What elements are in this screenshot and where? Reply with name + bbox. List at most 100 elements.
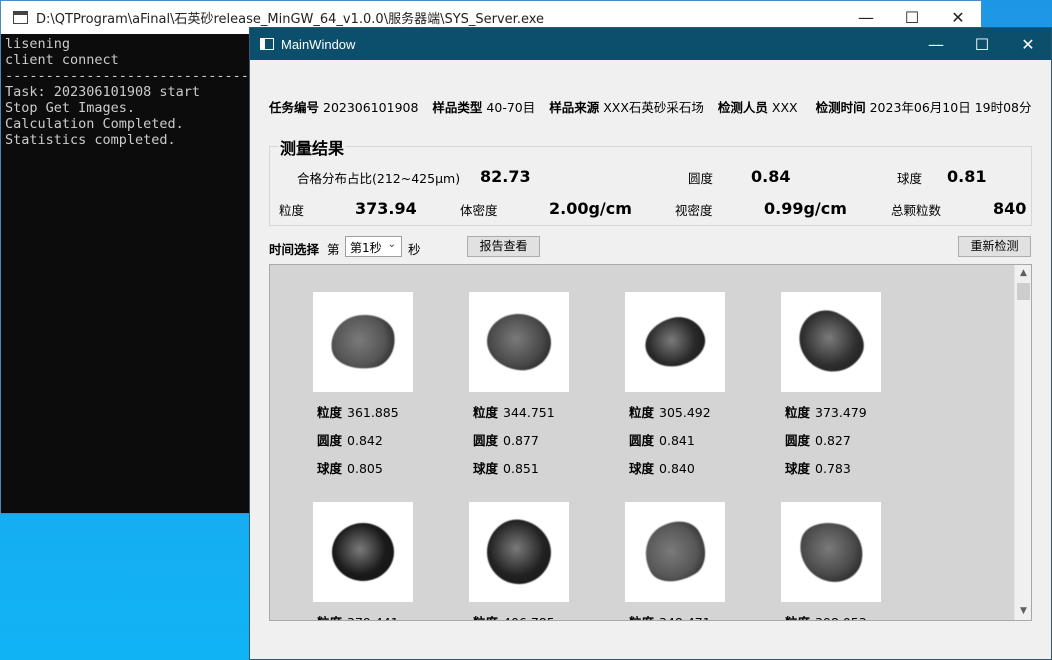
- grain-card[interactable]: 粒度 406.785: [469, 502, 589, 620]
- grain-card[interactable]: 粒度 379.441: [313, 502, 433, 620]
- grain-size-label: 粒度: [785, 615, 810, 620]
- sphericity-value: 0.81: [947, 167, 987, 186]
- console-app-icon: [13, 11, 28, 24]
- grain-roundness: 圆度 0.842: [317, 430, 383, 449]
- grain-size: 粒度 344.751: [473, 402, 555, 421]
- scroll-up-icon[interactable]: ▲: [1015, 265, 1031, 282]
- measurement-results-group: 测量结果 合格分布占比(212~425μm) 82.73 圆度 0.84 球度 …: [269, 135, 1032, 226]
- main-window[interactable]: MainWindow — ☐ ✕ 任务编号 202306101908 样品类型 …: [249, 27, 1052, 660]
- grain-sphericity: 球度 0.851: [473, 458, 539, 477]
- grain-image: [625, 292, 725, 392]
- grain-size: 粒度 406.785: [473, 612, 555, 620]
- grain-shape: [332, 523, 394, 581]
- grain-card[interactable]: 粒度 398.053: [781, 502, 901, 620]
- grain-sphericity-label: 球度: [629, 461, 655, 476]
- inspect-time: 2023年06月10日 19时08分: [869, 100, 1032, 115]
- grain-image: [313, 292, 413, 392]
- grain-card[interactable]: 粒度 373.479 圆度 0.827 球度 0.783: [781, 292, 901, 476]
- report-button[interactable]: 报告查看: [467, 236, 540, 257]
- grain-roundness-label: 圆度: [629, 433, 655, 448]
- grain-size-label: 粒度: [629, 405, 655, 420]
- grain-card[interactable]: 粒度 305.492 圆度 0.841 球度 0.840: [625, 292, 745, 476]
- grain-image: [469, 502, 569, 602]
- grain-sphericity-label: 球度: [473, 461, 499, 476]
- grain-size: 粒度 398.053: [785, 612, 867, 620]
- grain-shape: [633, 511, 717, 593]
- grain-roundness: 圆度 0.877: [473, 430, 539, 449]
- grain-sphericity-value: 0.851: [503, 461, 539, 476]
- time-select-label: 时间选择: [269, 242, 320, 257]
- task-id: 202306101908: [323, 100, 419, 115]
- scroll-down-icon[interactable]: ▼: [1015, 603, 1031, 620]
- close-icon[interactable]: ✕: [1005, 28, 1051, 60]
- scroll-thumb[interactable]: [1017, 283, 1030, 300]
- apparent-density-label: 视密度: [675, 203, 713, 218]
- grain-roundness-value: 0.877: [503, 433, 539, 448]
- sample-source-label: 样品来源: [549, 100, 600, 115]
- inspector: XXX: [771, 100, 798, 115]
- grain-shape: [326, 309, 400, 375]
- grain-shape: [788, 301, 874, 383]
- grain-card[interactable]: 粒度 348.471: [625, 502, 745, 620]
- grain-size-value: 379.441: [347, 615, 399, 620]
- grain-roundness-label: 圆度: [473, 433, 499, 448]
- results-title: 测量结果: [278, 135, 347, 159]
- grain-roundness-value: 0.842: [347, 433, 383, 448]
- grain-size-value: 305.492: [659, 405, 711, 420]
- grain-size-label: 粒度: [629, 615, 654, 620]
- grain-image: [625, 502, 725, 602]
- grain-size-label: 粒度: [785, 405, 811, 420]
- grain-card[interactable]: 粒度 361.885 圆度 0.842 球度 0.805: [313, 292, 433, 476]
- bulk-density-label: 体密度: [460, 203, 498, 218]
- grain-size: 粒度 305.492: [629, 402, 711, 421]
- grain-roundness: 圆度 0.827: [785, 430, 851, 449]
- grain-size-label: 粒度: [317, 615, 342, 620]
- grain-size: 粒度 379.441: [317, 612, 399, 620]
- ratio-value: 82.73: [480, 167, 531, 186]
- total-grains-value: 840: [993, 199, 1027, 218]
- grain-size: 粒度 361.885: [317, 402, 399, 421]
- main-app-icon: [260, 38, 274, 50]
- redetect-button[interactable]: 重新检测: [958, 236, 1031, 257]
- grain-sphericity-value: 0.840: [659, 461, 695, 476]
- grain-roundness: 圆度 0.841: [629, 430, 695, 449]
- inspect-time-label: 检测时间: [815, 100, 866, 115]
- grain-shape: [792, 515, 870, 589]
- maximize-icon[interactable]: ☐: [959, 28, 1005, 60]
- time-suffix: 秒: [408, 242, 421, 257]
- roundness-label: 圆度: [688, 171, 714, 186]
- grain-gallery[interactable]: 粒度 361.885 圆度 0.842 球度 0.805 粒度 344.751 圆度 0.877 球…: [269, 264, 1032, 621]
- grain-size-value: 406.785: [503, 615, 555, 620]
- main-titlebar[interactable]: MainWindow — ☐ ✕: [250, 28, 1051, 60]
- grain-shape: [481, 514, 557, 590]
- console-title: D:\QTProgram\aFinal\石英砂release_MinGW_64_…: [36, 12, 545, 27]
- grain-size-value: 348.471: [659, 615, 711, 620]
- grain-roundness-value: 0.841: [659, 433, 695, 448]
- task-id-label: 任务编号: [269, 100, 320, 115]
- task-info: 任务编号 202306101908 样品类型 40-70目 样品来源 XXX石英…: [269, 97, 1042, 116]
- minimize-icon[interactable]: —: [913, 28, 959, 60]
- grain-roundness-label: 圆度: [317, 433, 343, 448]
- time-select[interactable]: 第1秒 ⌄: [345, 236, 402, 257]
- grain-image: [781, 502, 881, 602]
- time-prefix: 第: [327, 242, 340, 257]
- control-row: 时间选择 第 第1秒 ⌄ 秒 报告查看 重新检测: [269, 236, 1032, 258]
- grain-size-value: 373.479: [815, 405, 867, 420]
- ratio-label: 合格分布占比(212~425μm): [297, 171, 461, 186]
- grain-sphericity: 球度 0.805: [317, 458, 383, 477]
- grain-image: [469, 292, 569, 392]
- grain-size-label: 粒度: [317, 405, 343, 420]
- chevron-down-icon: ⌄: [387, 239, 396, 250]
- gallery-scrollbar[interactable]: ▲ ▼: [1014, 265, 1031, 620]
- time-select-value: 第1秒: [350, 241, 382, 255]
- grain-size: 粒度 348.471: [629, 612, 711, 620]
- sample-type: 40-70目: [486, 100, 536, 115]
- grain-sphericity-label: 球度: [785, 461, 811, 476]
- size-label: 粒度: [279, 203, 305, 218]
- grain-shape: [639, 311, 711, 373]
- grain-card[interactable]: 粒度 344.751 圆度 0.877 球度 0.851: [469, 292, 589, 476]
- grain-size-value: 344.751: [503, 405, 555, 420]
- sample-type-label: 样品类型: [432, 100, 483, 115]
- sample-source: XXX石英砂采石场: [603, 100, 704, 115]
- grain-roundness-label: 圆度: [785, 433, 811, 448]
